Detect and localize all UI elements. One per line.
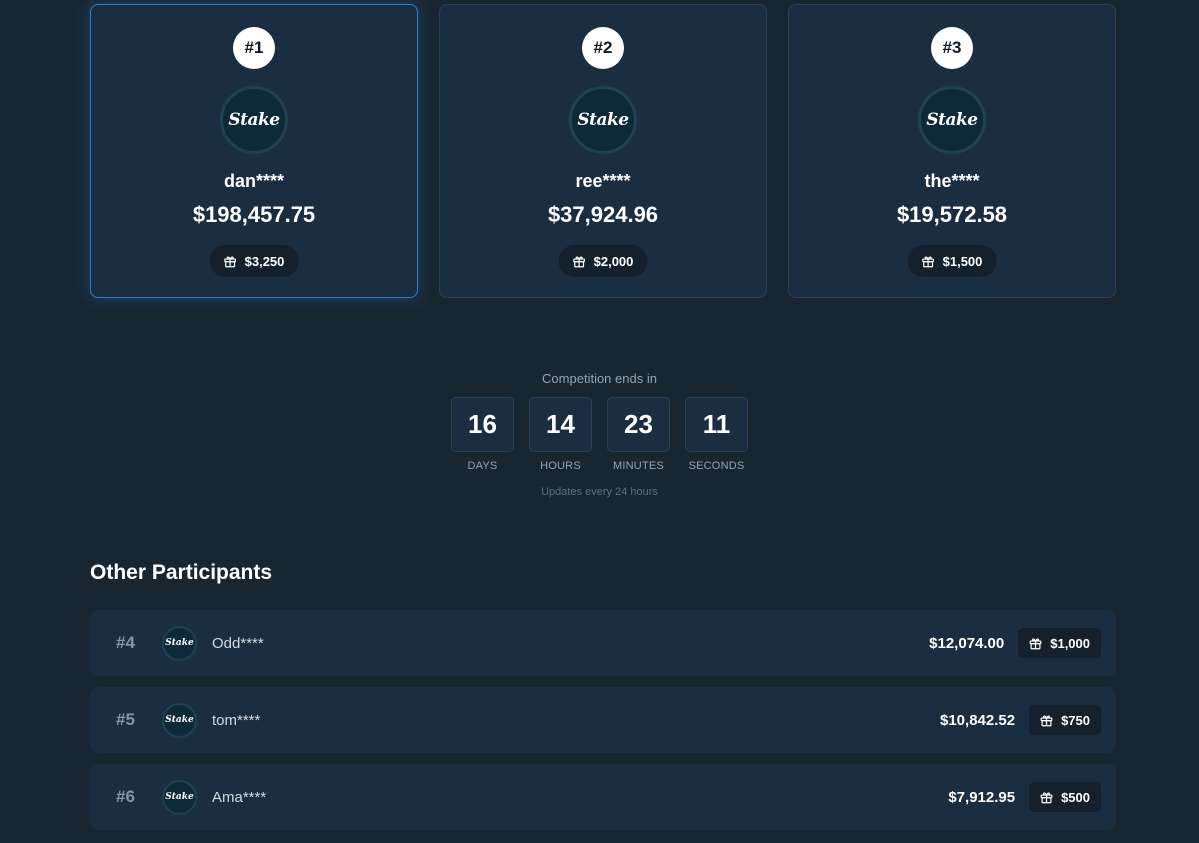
participant-name: Odd****: [212, 634, 264, 652]
countdown-minutes: 23 MINUTES: [607, 397, 671, 472]
wager-amount: $198,457.75: [192, 202, 316, 227]
update-note: Updates every 24 hours: [541, 486, 658, 498]
stake-logo: Stake: [162, 779, 197, 815]
rank-badge: #2: [582, 27, 624, 69]
wager-amount: $19,572.58: [896, 202, 1008, 227]
countdown-hours: 14 HOURS: [529, 397, 593, 472]
countdown-seconds: 11 SECONDS: [685, 397, 749, 472]
podium-card-3[interactable]: #3 Stake the**** $19,572.58 $1,500: [788, 4, 1116, 298]
list-item[interactable]: #5 Stake tom**** $10,842.52 $750: [90, 687, 1116, 753]
podium-card-1[interactable]: #1 Stake dan**** $198,457.75 $3,250: [90, 4, 418, 298]
row-rank: #4: [116, 633, 135, 652]
stake-logo: Stake: [162, 625, 197, 661]
rank-badge: #1: [233, 27, 275, 69]
list-item[interactable]: #4 Stake Odd**** $12,074.00 $1,000: [90, 610, 1116, 676]
list-item[interactable]: #6 Stake Ama**** $7,912.95 $500: [90, 764, 1116, 830]
prize-amount: $500: [1061, 789, 1090, 805]
stake-logo: Stake: [569, 86, 637, 154]
rank-badge: #3: [931, 27, 973, 69]
participant-name: dan****: [223, 171, 285, 191]
prize-badge: $500: [1029, 782, 1101, 812]
prize-amount: $1,000: [1050, 635, 1090, 651]
gift-icon: [1029, 637, 1042, 650]
countdown-label: Competition ends in: [542, 371, 657, 386]
gift-icon: [573, 255, 586, 268]
row-rank: #6: [116, 787, 135, 806]
prize-badge: $1,000: [1018, 628, 1101, 658]
participant-name: tom****: [212, 711, 261, 729]
minutes-value: 23: [607, 397, 670, 452]
wager-amount: $10,842.52: [940, 711, 1016, 729]
seconds-value: 11: [685, 397, 748, 452]
seconds-label: SECONDS: [688, 460, 745, 472]
prize-amount: $1,500: [942, 253, 983, 269]
prize-amount: $3,250: [244, 253, 285, 269]
prize-badge: $1,500: [907, 245, 997, 277]
days-value: 16: [451, 397, 514, 452]
prize-badge: $3,250: [209, 245, 299, 277]
participant-name: ree****: [575, 171, 631, 191]
prize-amount: $2,000: [593, 253, 634, 269]
days-label: DAYS: [467, 460, 498, 472]
minutes-label: MINUTES: [613, 460, 664, 472]
stake-logo: Stake: [162, 702, 197, 738]
prize-badge: $750: [1029, 705, 1101, 735]
leaderboard-page: #1 Stake dan**** $198,457.75 $3,250 #2 S…: [0, 0, 1199, 843]
prize-badge: $2,000: [558, 245, 648, 277]
participant-name: Ama****: [212, 788, 267, 806]
wager-amount: $7,912.95: [948, 788, 1016, 806]
hours-value: 14: [529, 397, 592, 452]
gift-icon: [1040, 714, 1053, 727]
prize-amount: $750: [1061, 712, 1090, 728]
podium: #1 Stake dan**** $198,457.75 $3,250 #2 S…: [90, 4, 1116, 298]
wager-amount: $37,924.96: [547, 202, 659, 227]
countdown: Competition ends in 16 DAYS 14 HOURS 23 …: [0, 371, 1199, 498]
gift-icon: [224, 255, 237, 268]
stake-logo: Stake: [220, 86, 288, 154]
section-title: Other Participants: [90, 561, 273, 584]
gift-icon: [1040, 791, 1053, 804]
countdown-timer: 16 DAYS 14 HOURS 23 MINUTES 11 SECONDS: [0, 397, 1199, 472]
stake-logo: Stake: [918, 86, 986, 154]
podium-card-2[interactable]: #2 Stake ree**** $37,924.96 $2,000: [439, 4, 767, 298]
row-rank: #5: [116, 710, 135, 729]
wager-amount: $12,074.00: [929, 634, 1005, 652]
participants-list: #4 Stake Odd**** $12,074.00 $1,000 #5 St…: [90, 610, 1116, 841]
participant-name: the****: [924, 171, 980, 191]
gift-icon: [922, 255, 935, 268]
hours-label: HOURS: [540, 460, 581, 472]
countdown-days: 16 DAYS: [451, 397, 515, 472]
